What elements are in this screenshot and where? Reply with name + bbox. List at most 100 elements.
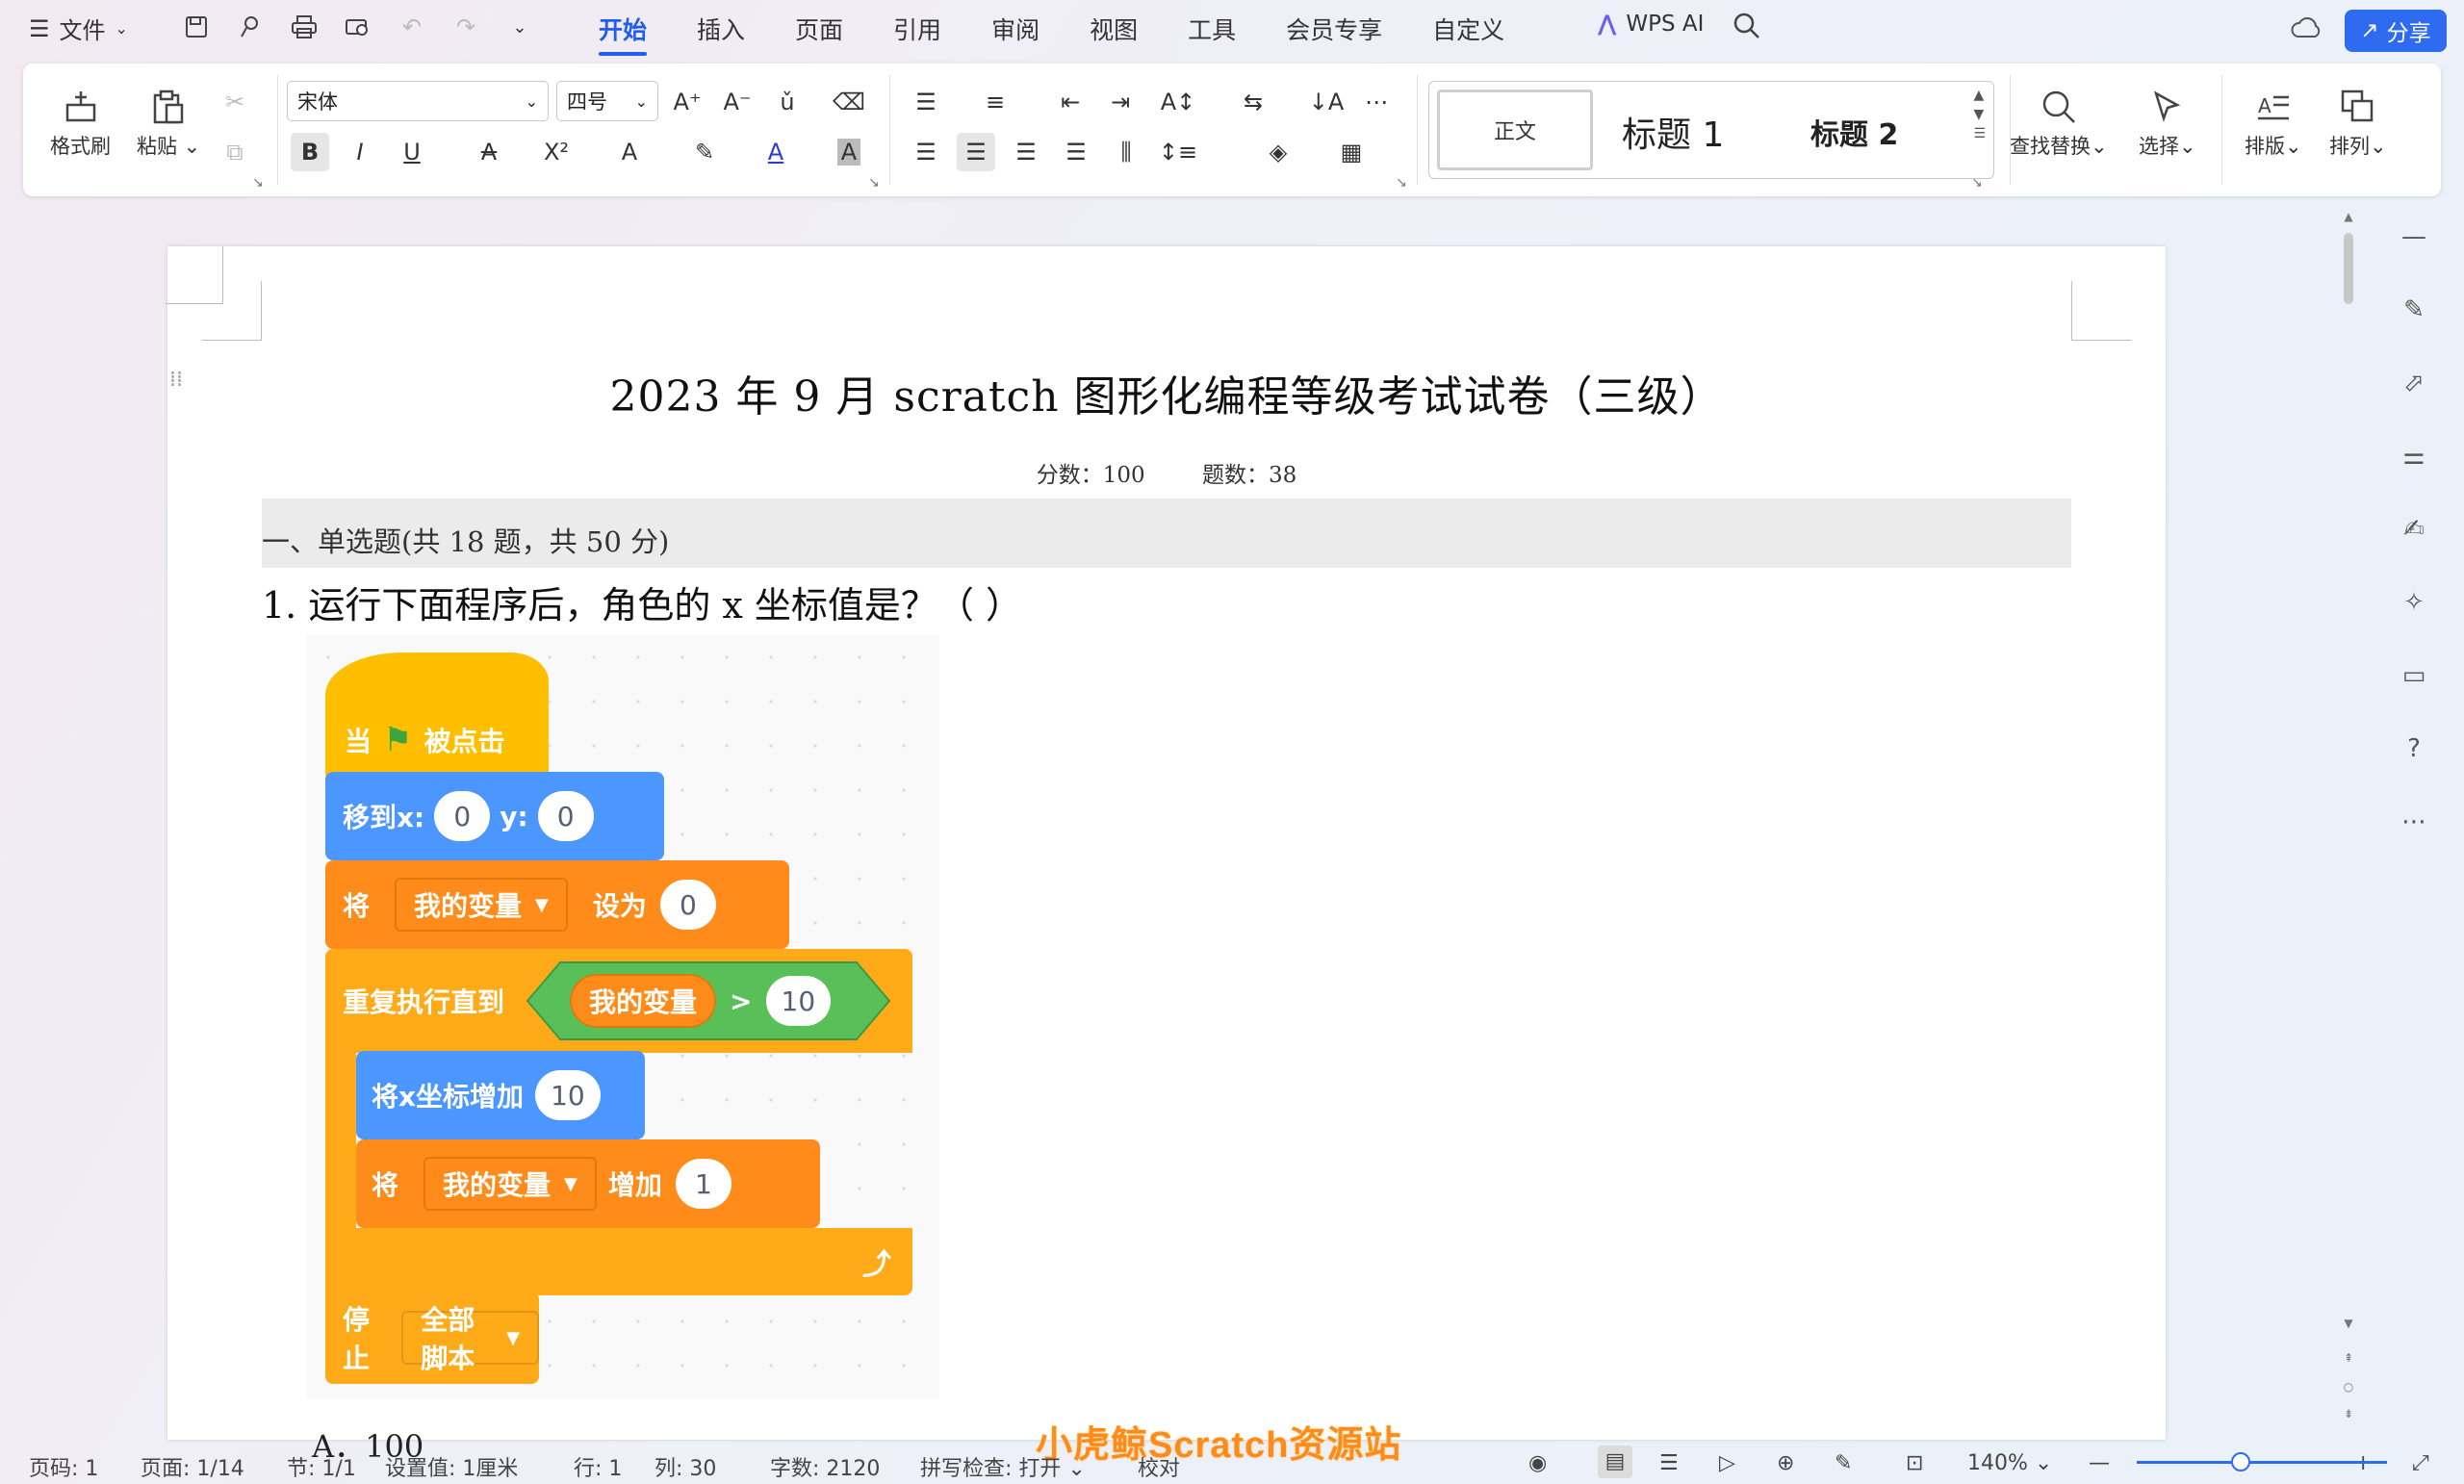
grow-font-icon[interactable]: A⁺: [668, 83, 706, 121]
scroll-up-arrow-icon[interactable]: ▲: [2341, 210, 2356, 223]
sort-icon[interactable]: ↓A: [1307, 83, 1346, 121]
paragraph-drag-handle-icon[interactable]: ⁞⁞: [169, 370, 183, 391]
play-icon[interactable]: ▷: [1719, 1451, 1735, 1475]
collapse-panel-icon[interactable]: —: [2395, 217, 2433, 256]
annotate-icon[interactable]: ✎: [1835, 1451, 1852, 1475]
tab-view[interactable]: 视图: [1065, 8, 1163, 50]
bullets-icon[interactable]: ☰: [907, 83, 945, 121]
font-family-select[interactable]: 宋体 ⌄: [287, 81, 549, 121]
italic-button[interactable]: I: [341, 133, 379, 171]
clear-format-icon[interactable]: ⌫: [830, 83, 868, 121]
tab-insert[interactable]: 插入: [672, 8, 770, 50]
font-launcher-icon[interactable]: ↘: [868, 175, 880, 191]
magic-tools-icon[interactable]: ✧: [2395, 583, 2433, 622]
shrink-font-icon[interactable]: A⁻: [718, 83, 757, 121]
text-direction-icon[interactable]: A↕: [1159, 83, 1197, 121]
pen-edit-icon[interactable]: ✎: [2395, 291, 2433, 329]
print-icon[interactable]: [287, 10, 321, 44]
underline-button[interactable]: U: [393, 133, 431, 171]
align-center-icon[interactable]: ☰: [957, 133, 995, 171]
zoom-out-icon[interactable]: —: [2089, 1451, 2110, 1475]
prev-page-icon[interactable]: ⇞: [2341, 1351, 2356, 1365]
align-right-icon[interactable]: ☰: [1007, 133, 1045, 171]
tab-references[interactable]: 引用: [868, 8, 966, 50]
ink-sign-icon[interactable]: ✍: [2395, 510, 2433, 549]
help-icon[interactable]: ?: [2395, 729, 2433, 768]
expand-gallery-icon[interactable]: ☰: [1973, 126, 1986, 141]
status-setting[interactable]: 设置值: 1厘米: [385, 1451, 518, 1482]
eye-protection-icon[interactable]: ◉: [1528, 1451, 1547, 1475]
search-icon[interactable]: [1732, 12, 1761, 46]
chinese-layout-icon[interactable]: ⇆: [1234, 83, 1272, 121]
text-effect-button[interactable]: A: [610, 133, 649, 171]
zoom-slider-track[interactable]: [2137, 1461, 2387, 1464]
phonetic-guide-icon[interactable]: ǔ: [768, 83, 807, 121]
tab-tools[interactable]: 工具: [1163, 8, 1261, 50]
paste-button[interactable]: 粘贴 ⌄: [137, 83, 200, 160]
style-heading-1[interactable]: 标题 1: [1622, 107, 1724, 157]
status-section[interactable]: 节: 1/1: [287, 1451, 356, 1482]
show-marks-icon[interactable]: ⋯: [1357, 83, 1396, 121]
browse-object-icon[interactable]: ○: [2341, 1380, 2356, 1394]
layout-button[interactable]: A 排版⌄: [2245, 83, 2302, 160]
outline-view-icon[interactable]: ☰: [1659, 1451, 1679, 1475]
more-chevron-icon[interactable]: ⌄: [502, 10, 537, 44]
styles-launcher-icon[interactable]: ↘: [1971, 175, 1983, 191]
bold-button[interactable]: B: [291, 133, 329, 171]
vertical-scrollbar[interactable]: ▲ ▼ ⇞ ○ ⇟: [2341, 210, 2356, 1432]
tab-home[interactable]: 开始: [574, 8, 672, 56]
zoom-level[interactable]: 140% ⌄: [1967, 1451, 2052, 1475]
export-icon[interactable]: [233, 10, 268, 44]
arrange-button[interactable]: 排列⌄: [2329, 83, 2387, 160]
status-words[interactable]: 字数: 2120: [770, 1451, 880, 1482]
decrease-indent-icon[interactable]: ⇤: [1051, 83, 1090, 121]
font-color-button[interactable]: A: [757, 133, 795, 171]
tab-page[interactable]: 页面: [770, 8, 868, 50]
next-page-icon[interactable]: ⇟: [2341, 1407, 2356, 1420]
cursor-select-icon[interactable]: ⬀: [2395, 364, 2433, 402]
cut-icon[interactable]: ✂: [216, 83, 254, 121]
undo-icon[interactable]: ↶: [395, 10, 429, 44]
style-heading-2[interactable]: 标题 2: [1810, 111, 1898, 153]
status-pages[interactable]: 页面: 1/14: [141, 1451, 244, 1482]
file-menu[interactable]: ☰ 文件 ⌄: [29, 12, 128, 45]
print-preview-icon[interactable]: [341, 10, 375, 44]
zoom-slider-handle[interactable]: [2231, 1452, 2250, 1471]
borders-icon[interactable]: ▦: [1332, 133, 1371, 171]
save-icon[interactable]: [179, 10, 214, 44]
format-painter-button[interactable]: 格式刷: [50, 83, 111, 160]
tab-review[interactable]: 审阅: [966, 8, 1065, 50]
find-replace-button[interactable]: 查找替换⌄: [2010, 83, 2108, 160]
status-page-code[interactable]: 页码: 1: [29, 1451, 98, 1482]
style-normal[interactable]: 正文: [1437, 90, 1593, 170]
share-button[interactable]: ↗ 分享: [2345, 10, 2447, 52]
font-size-select[interactable]: 四号 ⌄: [556, 81, 658, 121]
chevron-down-icon[interactable]: ▼: [1973, 107, 1986, 122]
superscript-button[interactable]: X²: [537, 133, 576, 171]
tab-custom[interactable]: 自定义: [1407, 8, 1529, 50]
line-spacing-icon[interactable]: ↕≡: [1159, 133, 1197, 171]
highlight-button[interactable]: ✎: [685, 133, 724, 171]
book-reader-icon[interactable]: ▭: [2395, 656, 2433, 695]
web-view-icon[interactable]: ⊕: [1777, 1451, 1794, 1475]
scroll-thumb[interactable]: [2344, 233, 2353, 304]
redo-icon[interactable]: ↷: [449, 10, 483, 44]
justify-icon[interactable]: ☰: [1057, 133, 1095, 171]
numbering-icon[interactable]: ≡: [976, 83, 1014, 121]
paragraph-launcher-icon[interactable]: ↘: [1396, 175, 1407, 191]
wps-ai-button[interactable]: ⋀ WPS AI: [1598, 12, 1704, 37]
status-col[interactable]: 列: 30: [654, 1451, 716, 1482]
chevron-up-icon[interactable]: ▲: [1973, 88, 1986, 103]
select-button[interactable]: 选择⌄: [2139, 83, 2196, 160]
distributed-icon[interactable]: ⫼: [1107, 133, 1145, 171]
fullscreen-icon[interactable]: ⤢: [2412, 1451, 2429, 1475]
strikethrough-button[interactable]: A: [470, 133, 508, 171]
increase-indent-icon[interactable]: ⇥: [1101, 83, 1140, 121]
more-icon[interactable]: ⋯: [2395, 803, 2433, 841]
char-shading-button[interactable]: A: [830, 133, 868, 171]
status-spell-check[interactable]: 拼写检查: 打开 ⌄: [920, 1451, 1086, 1482]
scroll-down-arrow-icon[interactable]: ▼: [2341, 1317, 2356, 1330]
styles-scroll[interactable]: ▲ ▼ ☰: [1973, 88, 1986, 141]
cloud-icon[interactable]: [2291, 15, 2322, 46]
copy-icon[interactable]: ⧉: [216, 133, 254, 171]
